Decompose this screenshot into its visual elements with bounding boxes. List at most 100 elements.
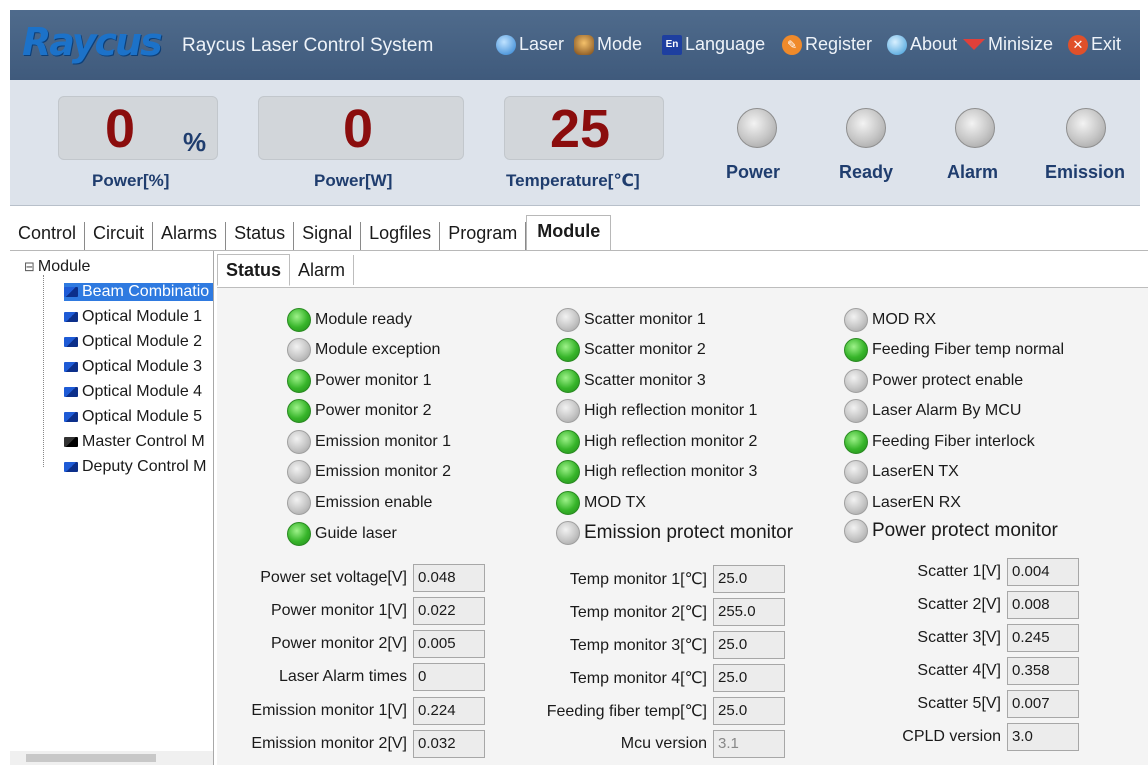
app-title: Raycus Laser Control System	[182, 35, 434, 56]
field-feeding-fiber-temp: Feeding fiber temp[℃] 25.0	[507, 697, 785, 725]
status-emission-monitor-1: Emission monitor 1	[287, 430, 451, 454]
status-led-off	[287, 491, 311, 515]
status-led-on	[556, 460, 580, 484]
tree-item-optical-module-4[interactable]: Optical Module 4	[64, 383, 202, 401]
tab-module[interactable]: Module	[526, 215, 612, 250]
subtab-status[interactable]: Status	[217, 254, 291, 286]
field-label: Scatter 2[V]	[917, 596, 1001, 613]
field-scatter-5: Scatter 5[V] 0.007	[817, 690, 1079, 718]
tree-root-module[interactable]: ⊟ Module	[24, 258, 90, 276]
field-scatter-2: Scatter 2[V] 0.008	[817, 591, 1079, 619]
module-status-panel: Module ready Module exception Power moni…	[217, 287, 1148, 765]
status-feeding-fiber-temp-normal: Feeding Fiber temp normal	[844, 338, 1064, 362]
tree-item-label: Optical Module 4	[82, 383, 203, 400]
status-led-on	[556, 430, 580, 454]
menu-register[interactable]: ✎ Register	[782, 34, 872, 55]
language-en-icon: En	[662, 34, 682, 55]
status-label: Power monitor 2	[315, 402, 432, 419]
emission-indicator-label: Emission	[1045, 162, 1126, 182]
tab-status[interactable]: Status	[226, 222, 295, 250]
status-power-monitor-2: Power monitor 2	[287, 399, 432, 423]
status-led-on	[287, 308, 311, 332]
field-value: 0.005	[413, 630, 485, 658]
scrollbar-thumb[interactable]	[26, 754, 156, 762]
tree-item-deputy-control[interactable]: Deputy Control M	[64, 458, 207, 476]
tree-item-master-control[interactable]: Master Control M	[64, 433, 205, 451]
tree-item-label: Beam Combinatio	[82, 283, 210, 300]
field-temp-monitor-4: Temp monitor 4[℃] 25.0	[507, 664, 785, 692]
menu-exit[interactable]: ✕ Exit	[1068, 34, 1121, 55]
emission-indicator-light	[1066, 108, 1106, 148]
status-high-reflection-monitor-3: High reflection monitor 3	[556, 460, 757, 484]
field-label: Scatter 1[V]	[917, 563, 1001, 580]
status-label: Module ready	[315, 311, 412, 328]
tree-item-label: Optical Module 1	[82, 308, 203, 325]
menu-about[interactable]: About	[887, 34, 957, 55]
register-icon: ✎	[782, 34, 802, 55]
module-node-icon	[64, 387, 78, 397]
status-label: Feeding Fiber interlock	[872, 433, 1035, 450]
tab-signal[interactable]: Signal	[294, 222, 362, 250]
tree-item-optical-module-3[interactable]: Optical Module 3	[64, 358, 202, 376]
field-value: 0	[413, 663, 485, 691]
status-label: LaserEN RX	[872, 494, 961, 511]
menu-minisize-label: Minisize	[988, 34, 1054, 54]
collapse-toggle-icon[interactable]: ⊟	[24, 259, 35, 275]
status-label: MOD RX	[872, 311, 936, 328]
menu-mode-label: Mode	[597, 34, 643, 54]
status-label: Power protect enable	[872, 372, 1024, 389]
tab-alarms[interactable]: Alarms	[153, 222, 227, 250]
tab-circuit[interactable]: Circuit	[85, 222, 154, 250]
status-led-off	[556, 308, 580, 332]
field-value: 0.245	[1007, 624, 1079, 652]
status-power-protect-enable: Power protect enable	[844, 369, 1023, 393]
menu-register-label: Register	[805, 34, 873, 54]
tree-item-label: Deputy Control M	[82, 458, 207, 475]
field-label: Power set voltage[V]	[260, 569, 407, 586]
tab-control[interactable]: Control	[10, 222, 86, 250]
tree-item-optical-module-2[interactable]: Optical Module 2	[64, 333, 202, 351]
status-label: Laser Alarm By MCU	[872, 402, 1022, 419]
tab-program[interactable]: Program	[440, 222, 527, 250]
tree-root-label: Module	[37, 258, 91, 275]
status-label: Emission monitor 1	[315, 433, 452, 450]
module-node-icon	[64, 287, 78, 297]
main-tabs: Control Circuit Alarms Status Signal Log…	[10, 214, 612, 250]
menu-exit-label: Exit	[1091, 34, 1122, 54]
status-led-on	[287, 399, 311, 423]
field-label: Temp monitor 1[℃]	[569, 571, 707, 588]
status-label: Scatter monitor 1	[584, 311, 706, 328]
field-value: 255.0	[713, 598, 785, 626]
field-label: Scatter 3[V]	[917, 629, 1001, 646]
menu-laser[interactable]: Laser	[496, 34, 564, 55]
status-label: LaserEN TX	[872, 463, 959, 480]
status-module-ready: Module ready	[287, 308, 412, 332]
status-led-on	[287, 369, 311, 393]
field-label: Emission monitor 2[V]	[251, 735, 407, 752]
tree-item-beam-combination[interactable]: Beam Combinatio	[64, 283, 213, 301]
menu-minisize[interactable]: Minisize	[963, 34, 1053, 55]
title-bar: Raycus Raycus Laser Control System Laser…	[10, 10, 1140, 80]
field-label: Temp monitor 4[℃]	[569, 670, 707, 687]
menu-mode[interactable]: Mode	[574, 34, 642, 55]
tree-item-optical-module-1[interactable]: Optical Module 1	[64, 308, 202, 326]
power-percent-box: 0 %	[58, 96, 218, 160]
field-mcu-version: Mcu version 3.1	[507, 730, 785, 758]
tab-logfiles[interactable]: Logfiles	[361, 222, 441, 250]
field-label: CPLD version	[902, 728, 1001, 745]
status-label: Scatter monitor 2	[584, 341, 706, 358]
subtab-alarm[interactable]: Alarm	[290, 255, 355, 285]
tree-item-optical-module-5[interactable]: Optical Module 5	[64, 408, 202, 426]
module-node-icon	[64, 362, 78, 372]
status-led-off	[556, 521, 580, 545]
status-led-off	[844, 399, 868, 423]
field-temp-monitor-2: Temp monitor 2[℃] 255.0	[507, 598, 785, 626]
field-value: 0.022	[413, 597, 485, 625]
menu-language[interactable]: En Language	[662, 34, 765, 55]
raycus-logo: Raycus	[22, 20, 163, 64]
alarm-indicator-light	[955, 108, 995, 148]
status-led-off	[844, 460, 868, 484]
field-value: 25.0	[713, 664, 785, 692]
status-led-off	[844, 491, 868, 515]
tree-horizontal-scrollbar[interactable]	[10, 751, 213, 765]
